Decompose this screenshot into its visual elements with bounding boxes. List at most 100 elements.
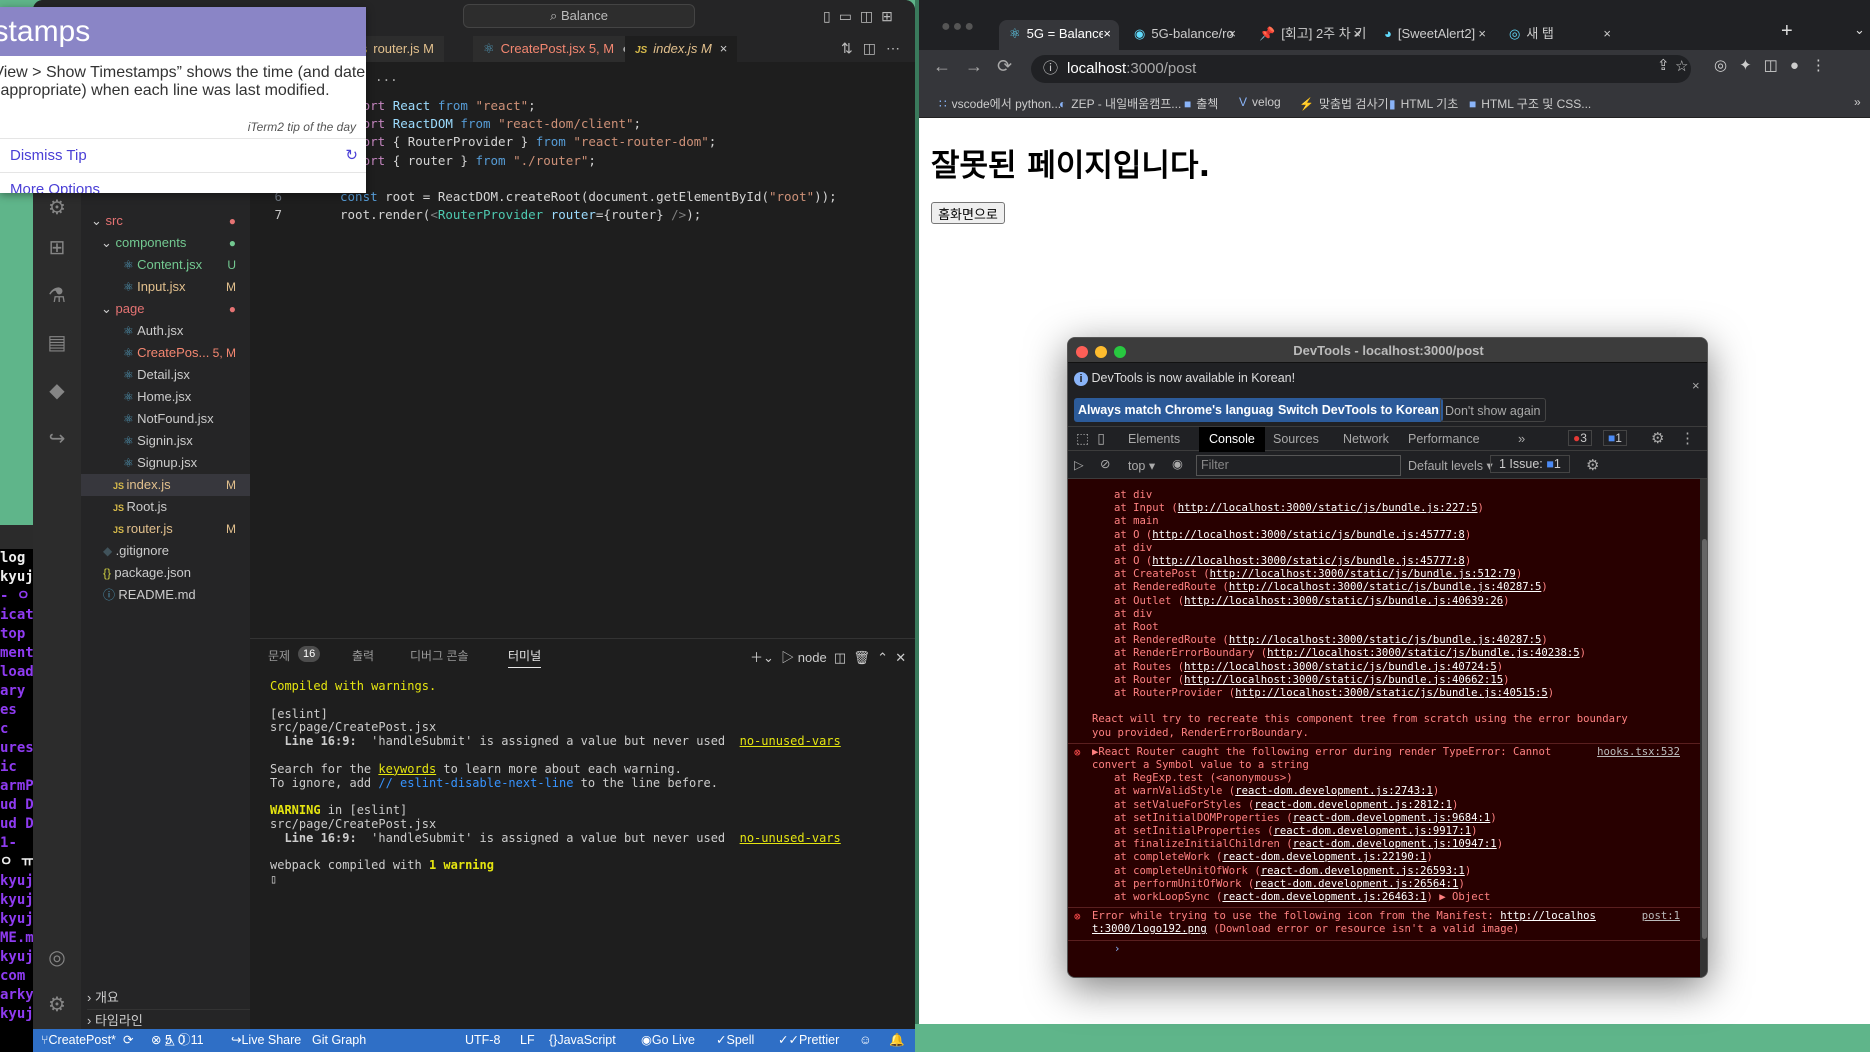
file-tree-item[interactable]: ⌄ src ●: [81, 210, 250, 232]
console-link[interactable]: react-dom.development.js:2812:1: [1254, 799, 1452, 811]
file-tree-item[interactable]: JS router.js M: [81, 518, 250, 540]
settings-gear-icon[interactable]: ⚙: [1651, 429, 1664, 447]
browser-tab[interactable]: ⚛ 5G = Balance ×: [999, 20, 1119, 50]
maximize-window-button[interactable]: [1114, 346, 1126, 358]
file-tree-item[interactable]: {} package.json: [81, 562, 250, 584]
console-source-link[interactable]: post:1: [1642, 910, 1680, 923]
close-icon[interactable]: ×: [720, 41, 728, 56]
file-tree-item[interactable]: ⌄ components ●: [81, 232, 250, 254]
code-line[interactable]: import { router } from "./router";: [340, 152, 596, 170]
browser-tab[interactable]: ◎ 새 탭 ×: [1499, 20, 1619, 50]
branch-indicator[interactable]: ⑂ CreatePost*: [41, 1029, 116, 1052]
nav-buttons[interactable]: ←→⟳: [933, 56, 1026, 77]
live-share-button[interactable]: ↪ Live Share: [231, 1029, 301, 1052]
file-tree-item[interactable]: JS index.js M: [81, 474, 250, 496]
file-tree-item[interactable]: ⌄ page ●: [81, 298, 250, 320]
console-filter-input[interactable]: Filter: [1196, 455, 1401, 476]
new-tab-button[interactable]: +: [1781, 20, 1793, 43]
close-window-button[interactable]: [1076, 346, 1088, 358]
file-tree-item[interactable]: ⚛ CreatePos... 5, M: [81, 342, 250, 364]
problems-indicator[interactable]: ⊗ 5 △ 0 ⓘ 11: [151, 1029, 204, 1052]
more-bookmarks[interactable]: »: [1854, 95, 1861, 109]
file-tree-item[interactable]: ⓘ README.md: [81, 584, 250, 606]
console-link[interactable]: http://localhost:3000/static/js/bundle.j…: [1210, 568, 1516, 580]
bookmark-item[interactable]: ◐ ZEP - 내일배움캠프...: [1059, 95, 1181, 112]
layout-toggle-icons[interactable]: ▯▭◫⊞: [823, 8, 901, 25]
prettier-button[interactable]: ✓✓ Prettier: [778, 1029, 839, 1052]
console-link[interactable]: http://localhos: [1500, 910, 1596, 922]
clear-console-icon[interactable]: ⊘: [1100, 456, 1110, 471]
close-tab-icon[interactable]: ×: [1603, 20, 1611, 48]
console-link[interactable]: http://localhost:3000/static/js/bundle.j…: [1235, 687, 1548, 699]
eol-indicator[interactable]: LF: [520, 1029, 535, 1052]
bookmark-item[interactable]: ▮ HTML 기초: [1389, 95, 1458, 112]
file-tree-item[interactable]: ◆ .gitignore: [81, 540, 250, 562]
console-link[interactable]: react-dom.development.js:10947:1: [1293, 838, 1497, 850]
always-match-language-button[interactable]: Always match Chrome's language: [1074, 398, 1285, 422]
code-line[interactable]: import ReactDOM from "react-dom/client";: [340, 115, 641, 133]
console-link[interactable]: http://localhost:3000/static/js/bundle.j…: [1184, 595, 1503, 607]
settings-gear-icon[interactable]: ⚙: [45, 993, 69, 1017]
file-tree-item[interactable]: ⚛ Home.jsx: [81, 386, 250, 408]
address-bar[interactable]: ⓘ localhost:3000/post: [1031, 55, 1691, 83]
live-expression-eye-icon[interactable]: ◉: [1172, 456, 1183, 471]
console-link[interactable]: react-dom.development.js:2743:1: [1235, 785, 1433, 797]
console-link[interactable]: http://localhost:3000/static/js/bundle.j…: [1184, 674, 1503, 686]
window-controls[interactable]: ●●●: [941, 18, 976, 36]
extension-icons[interactable]: ◎✦◫●⋮: [1714, 56, 1838, 74]
bookmark-item[interactable]: ■ 출첵: [1184, 95, 1218, 112]
bookmark-item[interactable]: Vvelog: [1239, 95, 1281, 109]
bookmark-star-icon[interactable]: ☆: [1675, 57, 1688, 75]
editor-actions[interactable]: ⇅◫⋯: [841, 40, 910, 57]
close-tab-icon[interactable]: ×: [1228, 20, 1236, 48]
refresh-icon[interactable]: ↻: [345, 139, 358, 173]
editor-tab[interactable]: JS index.js M ×: [625, 36, 738, 62]
browser-tab[interactable]: ◕ [SweetAlert2] ×: [1374, 20, 1494, 50]
message-count-badge[interactable]: ■1: [1603, 430, 1627, 446]
command-center-search[interactable]: ⌕ Balance: [463, 4, 695, 28]
bookmark-item[interactable]: ⚡ 맞춤법 검사기: [1299, 95, 1389, 112]
console-source-link[interactable]: hooks.tsx:532: [1597, 746, 1680, 759]
devtools-tab[interactable]: Performance: [1398, 427, 1490, 452]
bookmark-item[interactable]: ∷ vscode에서 python...: [939, 95, 1061, 112]
debug-icon[interactable]: ⚙: [45, 196, 69, 220]
notifications-bell-icon[interactable]: 🔔: [889, 1029, 905, 1052]
python-icon[interactable]: ◆: [45, 379, 69, 403]
close-tab-icon[interactable]: ×: [1103, 20, 1111, 48]
console-link[interactable]: http://localhost:3000/static/js/bundle.j…: [1152, 555, 1465, 567]
browser-tab[interactable]: ◉ 5G-balance/ro ×: [1124, 20, 1244, 50]
console-output[interactable]: at div at Input (http://localhost:3000/st…: [1068, 479, 1700, 977]
file-tree-item[interactable]: ⚛ Input.jsx M: [81, 276, 250, 298]
language-indicator[interactable]: {} JavaScript: [549, 1029, 616, 1052]
git-graph-button[interactable]: Git Graph: [312, 1029, 366, 1052]
file-tree-item[interactable]: ⚛ Signup.jsx: [81, 452, 250, 474]
spell-button[interactable]: ✓ Spell: [716, 1029, 754, 1052]
terminal-actions[interactable]: ＋⌄ ▷ node ◫ 🗑 ⌃ ✕: [750, 647, 906, 666]
switch-to-korean-button[interactable]: Switch DevTools to Korean: [1274, 398, 1443, 422]
browser-tab[interactable]: 📌 [회고] 2주 차 기 ×: [1249, 20, 1369, 50]
console-link[interactable]: http://localhost:3000/static/js/bundle.j…: [1229, 581, 1542, 593]
editor-tab[interactable]: ⚛CreatePost.jsx 5, M●: [473, 36, 640, 62]
issues-button[interactable]: 1 Issue: ■1: [1490, 455, 1570, 473]
file-tree-item[interactable]: ⚛ Content.jsx U: [81, 254, 250, 276]
file-tree-item[interactable]: ⚛ Signin.jsx: [81, 430, 250, 452]
account-icon[interactable]: ◎: [45, 946, 69, 970]
console-link[interactable]: http://localhost:3000/static/js/bundle.j…: [1267, 647, 1580, 659]
console-link[interactable]: react-dom.development.js:9684:1: [1293, 812, 1491, 824]
site-info-icon[interactable]: ⓘ: [1043, 55, 1058, 83]
console-settings-icon[interactable]: ⚙: [1586, 456, 1599, 474]
console-link[interactable]: http://localhost:3000/static/js/bundle.j…: [1152, 529, 1465, 541]
log-levels-dropdown[interactable]: Default levels ▾: [1408, 458, 1493, 473]
sync-icon[interactable]: ⟳: [123, 1029, 133, 1052]
home-button[interactable]: 홈화면으로: [931, 202, 1005, 224]
devtools-tab[interactable]: Elements: [1118, 427, 1190, 452]
code-line[interactable]: import { RouterProvider } from "react-ro…: [340, 133, 716, 151]
panel-tab[interactable]: 디버그 콘솔: [410, 647, 469, 664]
inspect-device-icons[interactable]: ⬚▯: [1076, 430, 1113, 447]
file-tree-item[interactable]: ⚛ NotFound.jsx: [81, 408, 250, 430]
encoding-indicator[interactable]: UTF-8: [465, 1029, 500, 1052]
feedback-icon[interactable]: ☺: [859, 1029, 872, 1052]
file-tree-item[interactable]: ⚛ Auth.jsx: [81, 320, 250, 342]
console-link[interactable]: react-dom.development.js:26463:1: [1222, 891, 1426, 903]
panel-tab[interactable]: 터미널: [508, 647, 542, 668]
